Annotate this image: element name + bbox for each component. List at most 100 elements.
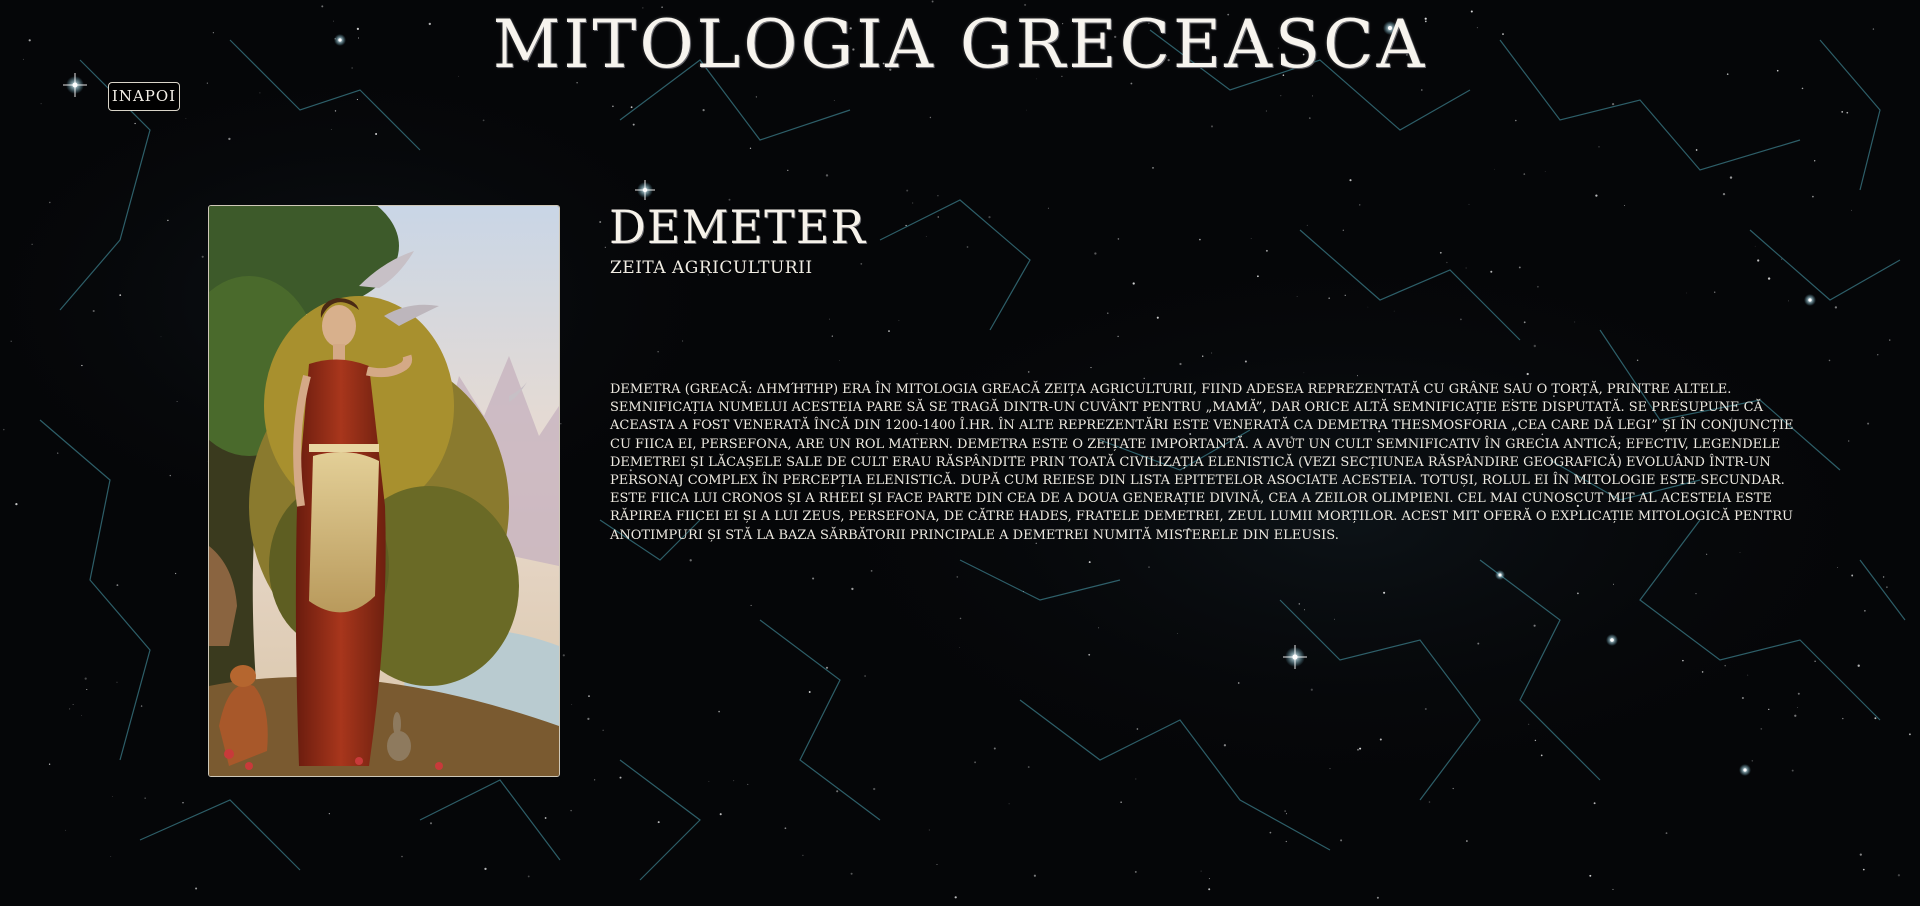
star xyxy=(1210,125,1214,128)
star xyxy=(1027,766,1030,768)
star xyxy=(1523,321,1526,324)
star xyxy=(15,502,18,506)
star xyxy=(1333,618,1336,620)
star xyxy=(966,246,969,248)
star xyxy=(1428,801,1431,803)
star xyxy=(1794,714,1797,717)
star xyxy=(1889,339,1891,341)
star xyxy=(747,783,749,785)
star xyxy=(92,309,95,313)
star xyxy=(702,109,705,112)
star xyxy=(228,137,231,141)
star xyxy=(195,887,198,890)
star xyxy=(1136,728,1139,730)
star xyxy=(599,221,602,223)
star xyxy=(1269,831,1272,834)
star xyxy=(111,796,113,798)
star xyxy=(84,677,87,680)
star xyxy=(1864,610,1866,612)
star xyxy=(1250,237,1252,239)
star xyxy=(401,855,403,858)
star xyxy=(1088,561,1091,564)
deity-subtitle: ZEITA AGRICULTURII xyxy=(610,258,813,278)
star xyxy=(1857,664,1860,667)
star xyxy=(1285,840,1287,843)
star xyxy=(929,116,932,119)
star xyxy=(81,714,82,716)
back-button[interactable]: INAPOI xyxy=(108,82,180,111)
star xyxy=(1494,168,1495,170)
star xyxy=(1589,874,1592,877)
star xyxy=(1837,567,1838,569)
star xyxy=(1026,109,1028,111)
star xyxy=(828,318,830,320)
star xyxy=(1665,832,1668,834)
star xyxy=(1152,167,1154,169)
star xyxy=(1897,874,1901,877)
star xyxy=(1754,245,1756,247)
star xyxy=(1867,422,1870,425)
star xyxy=(1359,204,1361,206)
star xyxy=(936,864,938,865)
star xyxy=(1886,586,1888,589)
star xyxy=(851,587,854,591)
star xyxy=(116,681,118,683)
star xyxy=(1729,176,1733,179)
star xyxy=(116,584,119,587)
star xyxy=(956,576,959,578)
star xyxy=(959,617,962,620)
star xyxy=(1446,261,1448,264)
deity-portrait-image xyxy=(208,205,560,777)
star xyxy=(1177,633,1178,634)
star xyxy=(3,428,5,431)
star xyxy=(588,695,590,697)
star xyxy=(784,827,787,830)
star xyxy=(1537,285,1539,288)
star xyxy=(1877,354,1879,356)
star xyxy=(1328,297,1331,300)
star xyxy=(928,829,930,831)
star xyxy=(750,604,752,606)
star xyxy=(1237,682,1240,684)
star xyxy=(1624,205,1625,206)
star xyxy=(1298,603,1301,605)
star xyxy=(1393,310,1395,312)
star xyxy=(1598,146,1600,148)
star xyxy=(1156,316,1159,319)
star xyxy=(612,105,614,108)
star xyxy=(1143,377,1145,380)
star xyxy=(72,704,74,706)
star xyxy=(974,761,977,764)
star xyxy=(1342,229,1344,231)
star xyxy=(328,813,330,815)
star xyxy=(1490,270,1493,273)
star xyxy=(836,790,839,793)
star xyxy=(1107,312,1109,314)
star xyxy=(1344,294,1346,296)
star xyxy=(1722,192,1726,196)
star xyxy=(1797,692,1800,695)
star xyxy=(144,797,146,799)
star xyxy=(1134,870,1137,873)
star xyxy=(1636,359,1639,362)
star xyxy=(1612,888,1614,890)
star xyxy=(185,118,187,120)
star xyxy=(484,867,487,871)
star xyxy=(1526,372,1529,376)
star xyxy=(562,654,565,657)
star xyxy=(1768,708,1770,711)
star xyxy=(925,236,927,237)
star xyxy=(802,854,804,857)
star xyxy=(1540,754,1543,757)
star xyxy=(954,896,957,899)
star xyxy=(1695,149,1698,151)
star xyxy=(1200,870,1202,872)
star xyxy=(1223,744,1227,747)
star xyxy=(937,216,939,218)
star xyxy=(1797,706,1798,708)
star xyxy=(1117,335,1119,338)
star xyxy=(1340,839,1343,842)
star xyxy=(1781,258,1783,260)
star xyxy=(49,201,51,204)
star xyxy=(1791,769,1794,772)
